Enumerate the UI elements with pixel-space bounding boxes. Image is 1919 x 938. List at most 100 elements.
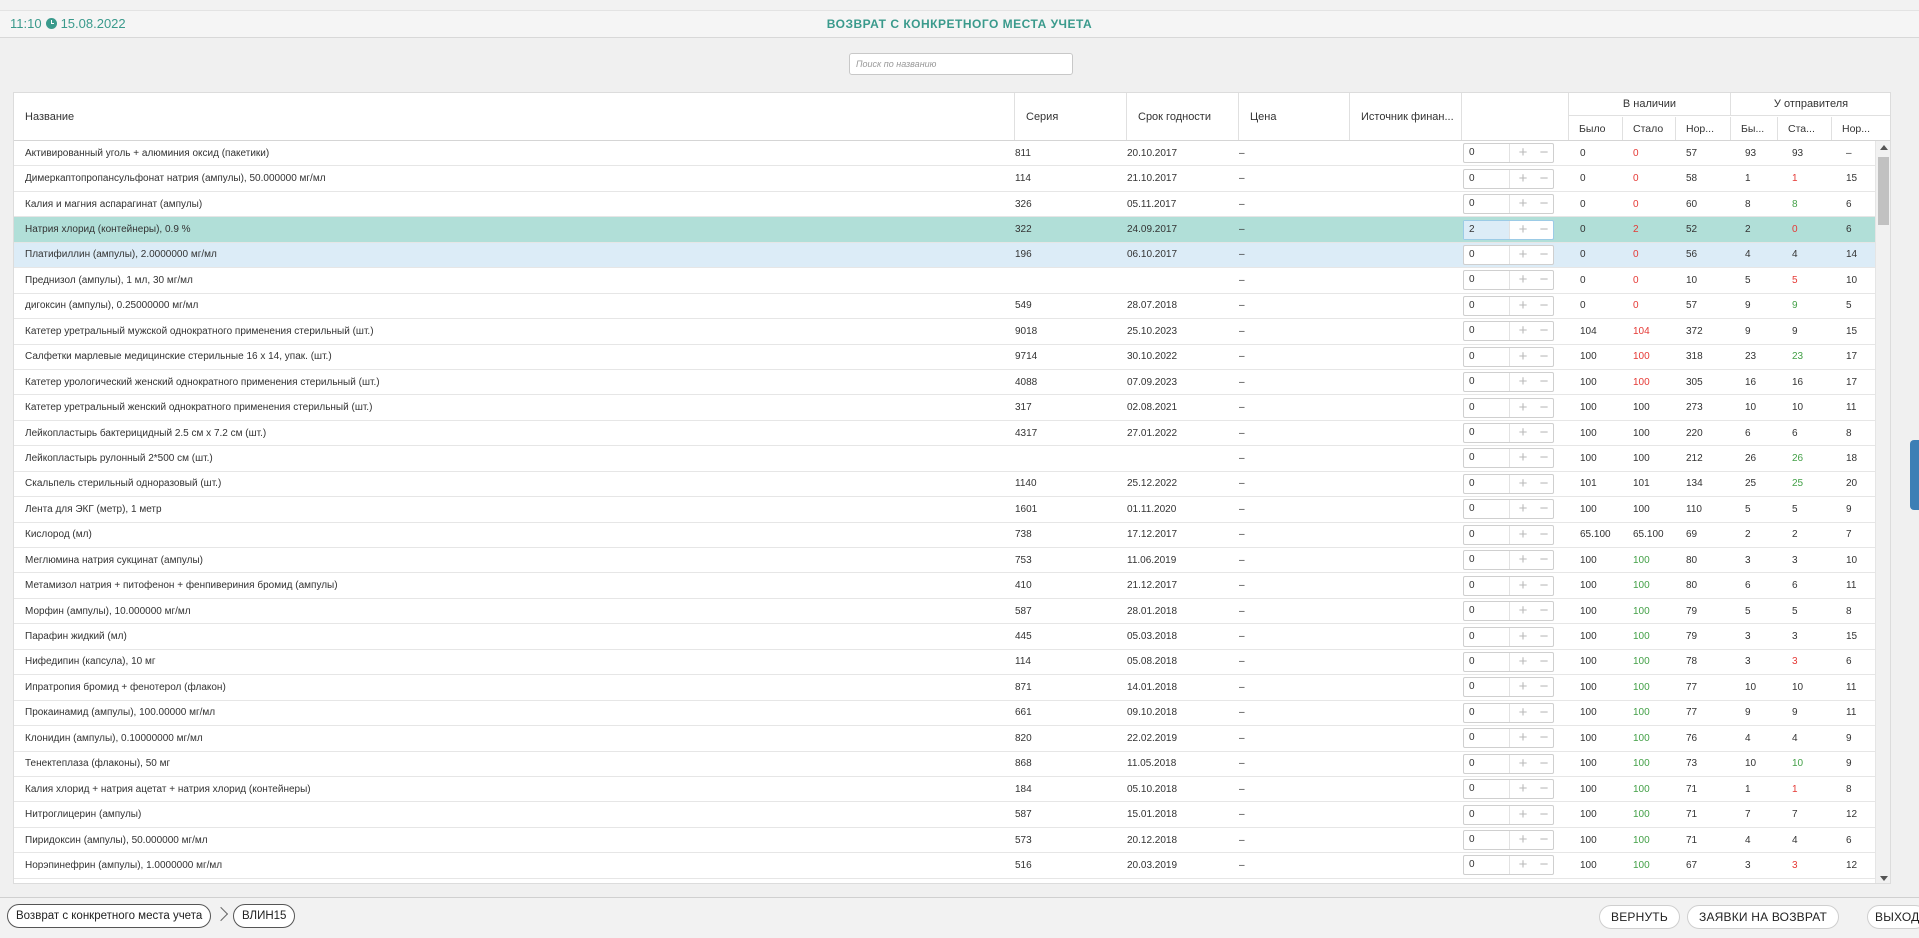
quantity-input[interactable]: 0: [1464, 678, 1510, 697]
quantity-stepper[interactable]: 2 + −: [1463, 219, 1554, 240]
plus-icon[interactable]: +: [1512, 297, 1534, 315]
minus-icon[interactable]: −: [1533, 500, 1555, 518]
quantity-input[interactable]: 2: [1464, 220, 1510, 239]
minus-icon[interactable]: −: [1533, 424, 1555, 442]
minus-icon[interactable]: −: [1533, 195, 1555, 213]
table-row[interactable]: Преднизол (ампулы), 1 мл, 30 мг/мл –0 + −0 0…: [14, 268, 1890, 294]
column-source[interactable]: Источник финан...: [1350, 93, 1462, 140]
quantity-stepper[interactable]: 0 + −: [1463, 270, 1554, 291]
table-row[interactable]: Катетер уретральный мужской однократного…: [14, 319, 1890, 345]
table-row[interactable]: Калия хлорид + натрия ацетат + натрия хл…: [14, 777, 1890, 803]
minus-icon[interactable]: −: [1533, 628, 1555, 646]
table-row[interactable]: Ипратропия бромид + фенотерол (флакон) 87…: [14, 675, 1890, 701]
quantity-input[interactable]: 0: [1464, 652, 1510, 671]
breadcrumb-return[interactable]: Возврат с конкретного места учета: [7, 904, 212, 928]
table-row[interactable]: Нифедипин (капсула), 10 мг 114 05.08.2018 –…: [14, 650, 1890, 676]
plus-icon[interactable]: +: [1512, 170, 1534, 188]
plus-icon[interactable]: +: [1512, 704, 1534, 722]
column-price[interactable]: Цена: [1239, 93, 1350, 140]
quantity-input[interactable]: 0: [1464, 424, 1510, 443]
quantity-input[interactable]: 0: [1464, 754, 1510, 773]
quantity-input[interactable]: 0: [1464, 831, 1510, 850]
vertical-scrollbar[interactable]: [1875, 141, 1890, 883]
quantity-stepper[interactable]: 0 + −: [1463, 321, 1555, 342]
quantity-stepper[interactable]: 0 + −: [1463, 372, 1555, 393]
table-row[interactable]: Катетер уретральный женский однократного…: [14, 395, 1890, 421]
plus-icon[interactable]: +: [1512, 348, 1534, 366]
plus-icon[interactable]: +: [1512, 602, 1534, 620]
minus-icon[interactable]: −: [1533, 475, 1555, 493]
plus-icon[interactable]: +: [1512, 780, 1534, 798]
minus-icon[interactable]: −: [1533, 704, 1555, 722]
column-norm[interactable]: Нор...: [1676, 117, 1731, 140]
plus-icon[interactable]: +: [1512, 424, 1534, 442]
plus-icon[interactable]: +: [1512, 577, 1534, 595]
plus-icon[interactable]: +: [1512, 729, 1534, 747]
plus-icon[interactable]: +: [1512, 628, 1534, 646]
column-sender-norm[interactable]: Нор...: [1832, 117, 1890, 140]
minus-icon[interactable]: −: [1533, 831, 1555, 849]
quantity-stepper[interactable]: 0 + −: [1463, 702, 1555, 723]
side-panel-tab[interactable]: [1910, 440, 1919, 510]
quantity-stepper[interactable]: 0 + −: [1463, 651, 1555, 672]
table-row[interactable]: Скальпель стерильный одноразовый (шт.) 11…: [14, 472, 1890, 498]
minus-icon[interactable]: −: [1533, 653, 1555, 671]
column-sender-became[interactable]: Ста...: [1778, 117, 1832, 140]
minus-icon[interactable]: −: [1533, 246, 1555, 264]
table-row[interactable]: Морфин (ампулы), 10.000000 мг/мл 587 28.01…: [14, 599, 1890, 625]
quantity-input[interactable]: 0: [1464, 602, 1510, 621]
minus-icon[interactable]: −: [1533, 348, 1555, 366]
table-row[interactable]: Лейкопластырь рулонный 2*500 см (шт.) – 0 +…: [14, 446, 1890, 472]
quantity-stepper[interactable]: 0 + −: [1463, 550, 1554, 571]
minus-icon[interactable]: −: [1533, 322, 1555, 340]
minus-icon[interactable]: −: [1533, 806, 1555, 824]
quantity-stepper[interactable]: 0 + −: [1463, 779, 1555, 800]
table-row[interactable]: Активированный уголь + алюминия оксид (п…: [14, 141, 1890, 167]
quantity-stepper[interactable]: 0 + −: [1463, 168, 1554, 189]
breadcrumb-location[interactable]: ВЛИН15: [233, 904, 296, 928]
table-row[interactable]: Калия и магния аспарагинат (ампулы) 326 05…: [14, 192, 1890, 218]
return-button[interactable]: ВЕРНУТЬ: [1599, 905, 1680, 929]
plus-icon[interactable]: +: [1512, 678, 1534, 696]
plus-icon[interactable]: +: [1512, 475, 1534, 493]
scrollbar-thumb[interactable]: [1878, 157, 1889, 225]
minus-icon[interactable]: −: [1533, 373, 1555, 391]
table-row[interactable]: Меглюмина натрия сукцинат (ампулы) 753 11.…: [14, 548, 1890, 574]
quantity-input[interactable]: 0: [1464, 398, 1510, 417]
column-name[interactable]: Название: [14, 93, 1015, 140]
quantity-stepper[interactable]: 0 + −: [1463, 244, 1555, 265]
plus-icon[interactable]: +: [1512, 221, 1534, 239]
quantity-input[interactable]: 0: [1464, 245, 1510, 264]
table-row[interactable]: Парафин жидкий (мл) 445 05.03.2018 – 0 + − 100 1…: [14, 624, 1890, 650]
table-row[interactable]: дигоксин (ампулы), 0.25000000 мг/мл 549 28…: [14, 294, 1890, 320]
quantity-input[interactable]: 0: [1464, 144, 1510, 163]
plus-icon[interactable]: +: [1512, 271, 1534, 289]
scroll-down-icon[interactable]: [1880, 876, 1888, 881]
table-row[interactable]: Салфетки марлевые медицинские стерильные…: [14, 345, 1890, 370]
quantity-input[interactable]: 0: [1464, 474, 1510, 493]
minus-icon[interactable]: −: [1533, 678, 1555, 696]
minus-icon[interactable]: −: [1533, 399, 1555, 417]
plus-icon[interactable]: +: [1512, 551, 1534, 569]
column-became[interactable]: Стало: [1623, 117, 1676, 140]
table-row[interactable]: Димеркаптопропансульфонат натрия (ампулы…: [14, 166, 1890, 192]
table-row[interactable]: Прокаинамид (ампулы), 100.00000 мг/мл 661…: [14, 701, 1890, 727]
quantity-stepper[interactable]: 0 + −: [1463, 499, 1555, 520]
quantity-stepper[interactable]: 0 + −: [1463, 830, 1555, 851]
plus-icon[interactable]: +: [1512, 449, 1534, 467]
minus-icon[interactable]: −: [1533, 602, 1555, 620]
quantity-stepper[interactable]: 0 + −: [1463, 194, 1555, 215]
minus-icon[interactable]: −: [1533, 780, 1555, 798]
quantity-input[interactable]: 0: [1464, 856, 1510, 875]
plus-icon[interactable]: +: [1512, 195, 1534, 213]
table-row[interactable]: Лейкопластырь бактерицидный 2.5 см х 7.2…: [14, 421, 1890, 447]
scroll-up-icon[interactable]: [1880, 145, 1888, 150]
table-row[interactable]: Катетер урологический женский однократно…: [14, 370, 1890, 396]
column-series[interactable]: Серия: [1015, 93, 1127, 140]
quantity-stepper[interactable]: 0 + −: [1463, 601, 1555, 622]
quantity-input[interactable]: 0: [1464, 576, 1510, 595]
table-row[interactable]: Тенектеплаза (флаконы), 50 мг 868 11.05.20…: [14, 752, 1890, 777]
quantity-stepper[interactable]: 0 + −: [1463, 855, 1554, 876]
minus-icon[interactable]: −: [1533, 577, 1555, 595]
column-was[interactable]: Было: [1569, 117, 1623, 140]
